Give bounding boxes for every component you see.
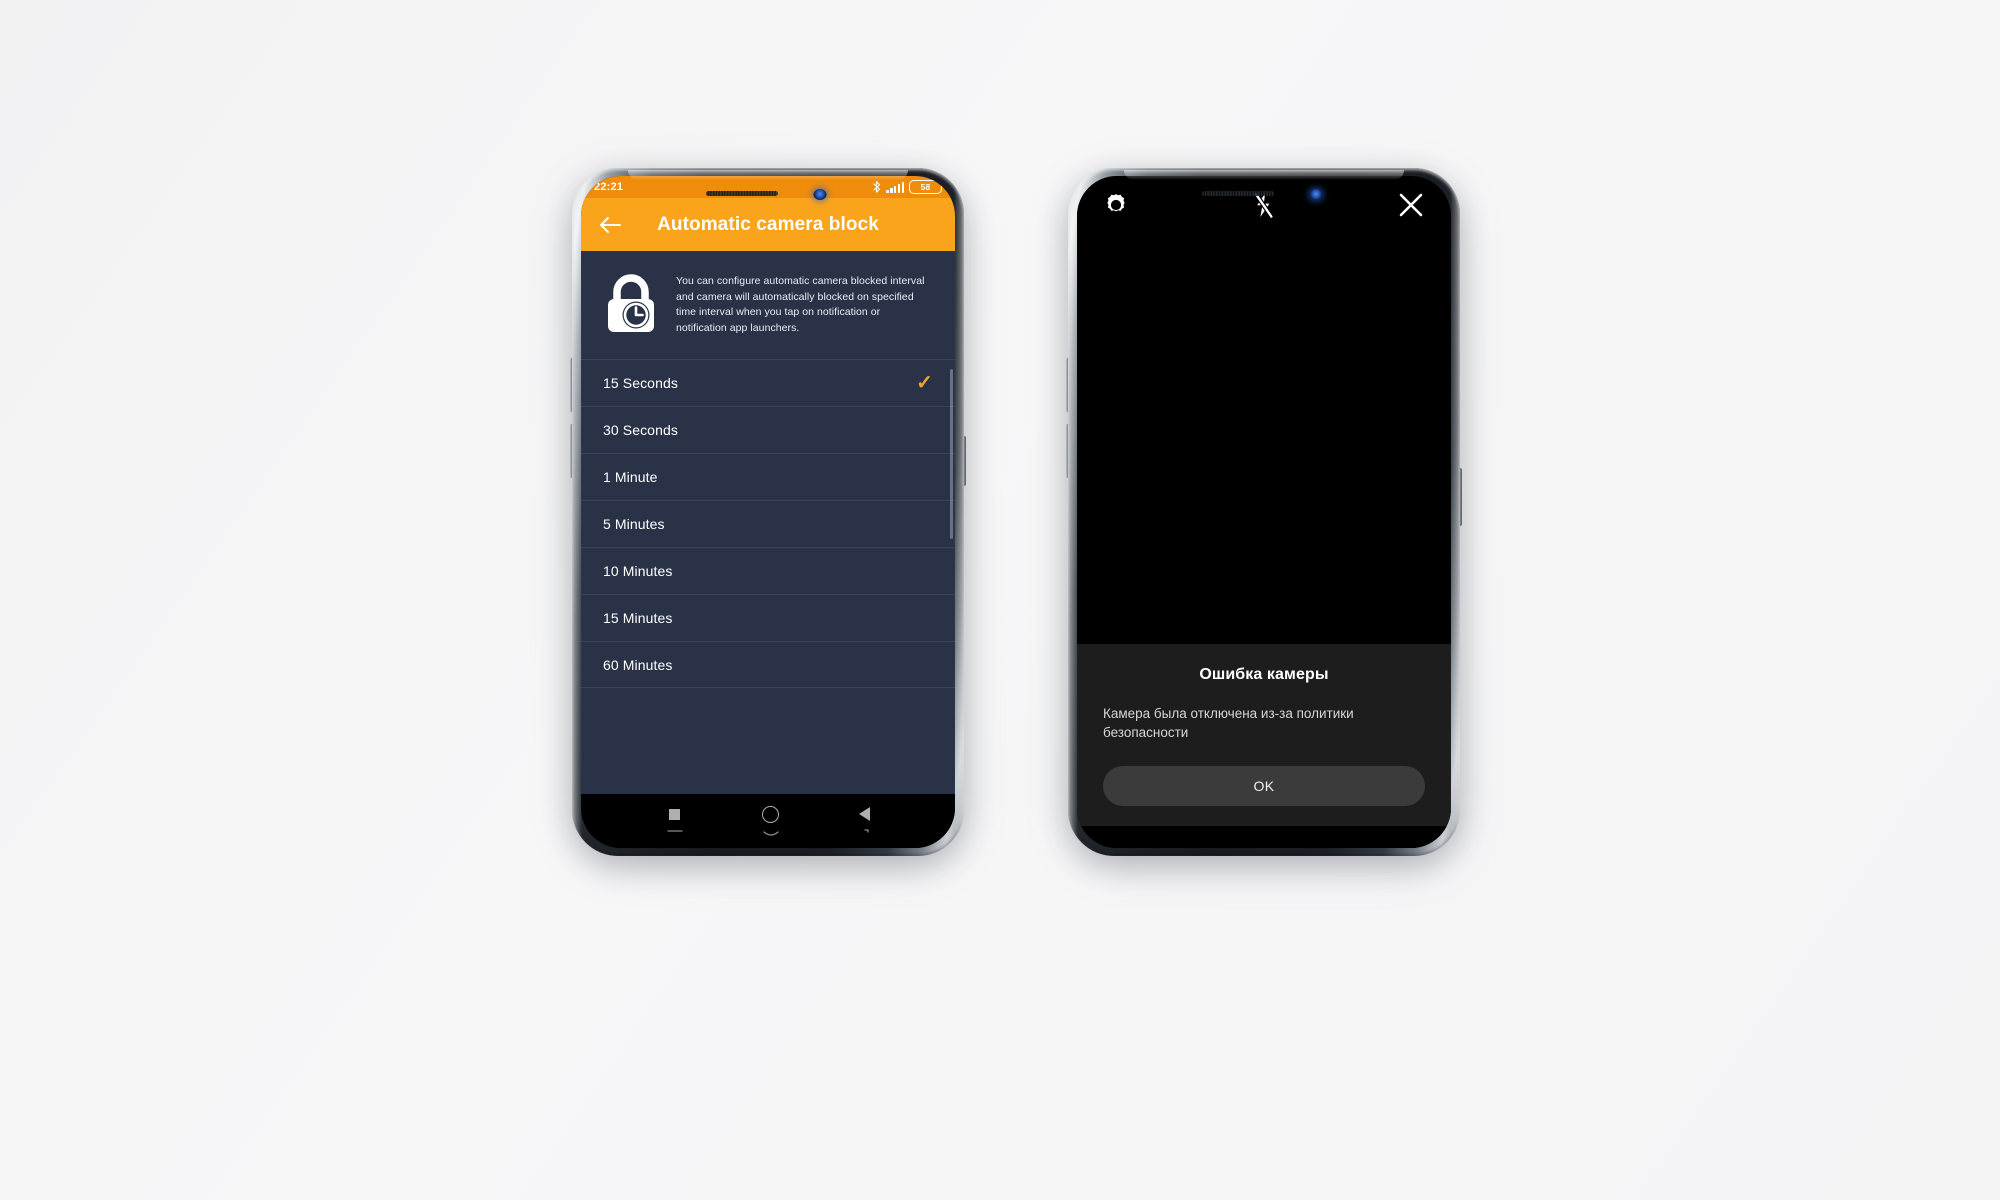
lock-clock-glyph bbox=[608, 274, 654, 332]
back-arrow-icon[interactable] bbox=[597, 212, 623, 238]
camera-settings-gear-icon[interactable] bbox=[1103, 192, 1129, 223]
flash-off-glyph bbox=[1253, 191, 1274, 219]
settings-body: You can configure automatic camera block… bbox=[581, 251, 955, 794]
navigation-bar bbox=[581, 794, 955, 848]
option-label: 15 Minutes bbox=[603, 610, 673, 626]
lock-clock-icon bbox=[603, 272, 659, 339]
camera-error-dialog: Ошибка камеры Камера была отключена из-з… bbox=[1077, 643, 1451, 826]
camera-app: Ошибка камеры Камера была отключена из-з… bbox=[1077, 176, 1451, 848]
option-label: 30 Seconds bbox=[603, 422, 678, 438]
nav-hint-arc bbox=[762, 830, 780, 837]
scene-background: 22:21 58 Automatic camera block You can … bbox=[0, 0, 2000, 1200]
left-phone-device: 22:21 58 Automatic camera block You can … bbox=[570, 168, 966, 862]
signal-bars-icon bbox=[886, 181, 904, 193]
gear-glyph bbox=[1107, 193, 1125, 211]
scrollbar[interactable] bbox=[950, 369, 953, 539]
close-x-icon[interactable] bbox=[1397, 191, 1425, 224]
nav-hint-tick bbox=[859, 829, 869, 835]
recents-glyph bbox=[669, 808, 680, 820]
flash-off-icon[interactable] bbox=[1251, 191, 1275, 224]
left-phone-bezel: 22:21 58 Automatic camera block You can … bbox=[581, 176, 955, 848]
battery-indicator: 58 bbox=[909, 180, 942, 194]
status-bar-time: 22:21 bbox=[594, 181, 624, 193]
close-glyph bbox=[1399, 193, 1423, 216]
option-label: 5 Minutes bbox=[603, 516, 665, 532]
home-glyph bbox=[762, 805, 779, 823]
bluetooth-icon bbox=[873, 181, 881, 193]
interval-option-list: 15 Seconds ✓ 30 Seconds 1 Minute 5 Minut… bbox=[581, 359, 955, 688]
recents-square-icon[interactable] bbox=[666, 808, 683, 834]
list-item[interactable]: 1 Minute bbox=[581, 453, 955, 500]
option-label: 60 Minutes bbox=[603, 656, 673, 673]
app-bar: Automatic camera block bbox=[581, 198, 955, 251]
option-label: 10 Minutes bbox=[603, 563, 673, 579]
right-phone-bezel: Ошибка камеры Камера была отключена из-з… bbox=[1077, 176, 1451, 848]
camera-toolbar bbox=[1077, 176, 1451, 238]
list-item[interactable]: 5 Minutes bbox=[581, 500, 955, 547]
right-phone-screen: Ошибка камеры Камера была отключена из-з… bbox=[1077, 176, 1451, 848]
camera-bottom-filler bbox=[1077, 826, 1451, 848]
camera-viewfinder[interactable] bbox=[1077, 238, 1451, 644]
nav-hint-dash bbox=[666, 828, 683, 834]
list-item[interactable]: 60 Minutes bbox=[581, 641, 955, 688]
option-label: 1 Minute bbox=[603, 469, 658, 485]
page-title: Automatic camera block bbox=[657, 213, 879, 235]
dialog-title: Ошибка камеры bbox=[1199, 665, 1329, 683]
dialog-message: Камера была отключена из-за политики без… bbox=[1103, 705, 1354, 740]
back-glyph bbox=[858, 807, 870, 821]
status-bar-icons: 58 bbox=[872, 180, 942, 194]
back-arrow-glyph bbox=[600, 216, 621, 233]
check-icon: ✓ bbox=[916, 372, 933, 394]
info-card: You can configure automatic camera block… bbox=[581, 251, 955, 359]
list-item[interactable]: 15 Minutes bbox=[581, 594, 955, 641]
home-circle-icon[interactable] bbox=[762, 805, 780, 837]
right-phone-device: Ошибка камеры Камера была отключена из-з… bbox=[1066, 168, 1462, 862]
left-phone-screen: 22:21 58 Automatic camera block You can … bbox=[581, 176, 955, 848]
list-item[interactable]: 15 Seconds ✓ bbox=[581, 359, 955, 406]
option-label: 15 Seconds bbox=[603, 375, 678, 391]
list-item[interactable]: 30 Seconds bbox=[581, 406, 955, 453]
status-bar: 22:21 58 bbox=[581, 176, 955, 198]
back-triangle-icon[interactable] bbox=[858, 807, 870, 835]
dialog-ok-button[interactable]: OK bbox=[1103, 766, 1425, 806]
list-item[interactable]: 10 Minutes bbox=[581, 547, 955, 594]
info-card-text: You can configure automatic camera block… bbox=[676, 275, 925, 334]
